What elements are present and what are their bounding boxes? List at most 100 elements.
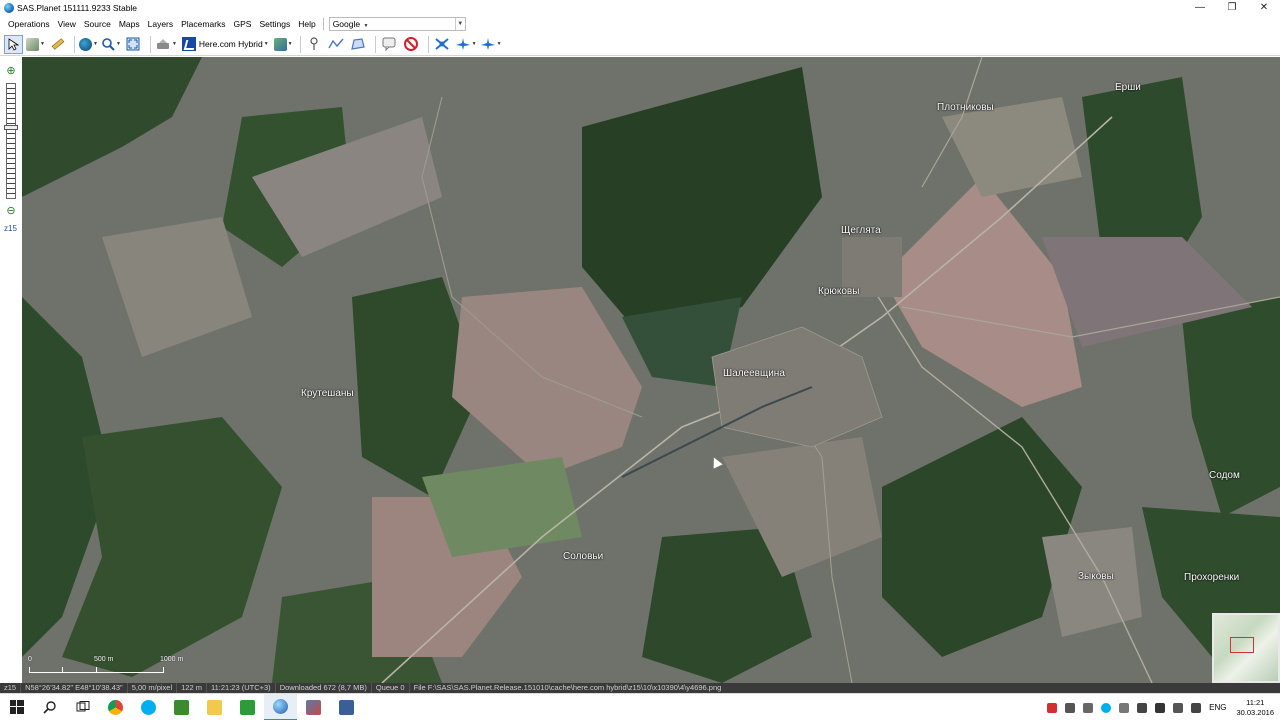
scale-tick (96, 667, 97, 673)
taskbar-camtasia[interactable] (165, 694, 198, 720)
menu-bar: Operations View Source Maps Layers Place… (0, 16, 1280, 32)
plane-button[interactable]: ▼ (455, 35, 477, 54)
menu-source[interactable]: Source (80, 19, 115, 29)
search-provider-combo[interactable]: Google ▼ ▼ (328, 17, 466, 31)
tray-network-icon[interactable] (1083, 702, 1094, 713)
taskbar-chrome[interactable] (99, 694, 132, 720)
map-type-selector[interactable]: Here.com Hybrid ▼ (180, 35, 271, 53)
taskbar-skype[interactable] (132, 694, 165, 720)
menu-gps[interactable]: GPS (230, 19, 256, 29)
zoom-out-icon[interactable]: ⊖ (4, 203, 18, 217)
zoom-button[interactable]: ▼ (101, 35, 121, 54)
chevron-down-icon: ▼ (40, 41, 45, 47)
system-tray: ENG 11:21 30.03.2016 (1043, 694, 1280, 720)
task-view-button[interactable] (66, 694, 99, 720)
zoom-slider-thumb[interactable] (4, 125, 18, 130)
status-altitude: 122 m (177, 683, 207, 693)
taskbar-sasplanet[interactable] (264, 693, 297, 720)
combo-chevron-down-icon[interactable]: ▼ (454, 18, 465, 30)
place-label: Шалеевщина (723, 368, 785, 379)
balloon-button[interactable] (380, 35, 399, 54)
map-view[interactable]: Ерши Плотниковы Щеглята Крюковы Шалеевщи… (22, 57, 1280, 683)
close-button[interactable]: ✕ (1248, 0, 1280, 15)
skype-icon (141, 699, 156, 715)
zoom-in-icon[interactable]: ⊕ (4, 63, 18, 77)
placemark-icon (310, 37, 318, 50)
stop-icon (404, 37, 419, 51)
place-label: Зыковы (1078, 571, 1114, 582)
taskbar-app-2[interactable] (297, 694, 330, 720)
minimap[interactable] (1212, 613, 1280, 683)
camtasia-recorder-icon (240, 699, 255, 715)
maximize-button[interactable]: ❐ (1216, 0, 1248, 15)
taskbar-camtasia-recorder[interactable] (231, 694, 264, 720)
status-time: 11:21:23 (UTC+3) (207, 683, 276, 693)
status-zoom: z15 (0, 683, 22, 693)
chevron-down-icon: ▼ (116, 41, 121, 47)
route-button[interactable] (327, 35, 346, 54)
window-title: SAS.Planet 151111.9233 Stable (17, 2, 138, 13)
app-icon-2 (306, 699, 321, 715)
file-explorer-icon (207, 699, 222, 715)
balloon-icon (382, 37, 396, 51)
taskbar-explorer[interactable] (198, 694, 231, 720)
ruler-icon (51, 38, 64, 50)
status-downloaded: Downloaded 672 (8,7 MB) (276, 683, 372, 693)
windows-start-icon (9, 700, 24, 714)
status-bar: z15 N58°26'34.82" E48°10'38.43" 5,00 m/p… (0, 683, 1280, 693)
toolbar-separator (427, 35, 429, 53)
menu-maps[interactable]: Maps (115, 19, 144, 29)
zoom-slider[interactable] (6, 83, 16, 199)
tray-message-icon[interactable] (1173, 702, 1184, 713)
input-language[interactable]: ENG (1209, 703, 1226, 712)
plane2-button[interactable]: ▼ (480, 35, 502, 54)
map-scale-bar: 0 500 m 1000 m (26, 654, 196, 676)
gps-button[interactable]: ▼ (155, 35, 177, 54)
chevron-down-icon: ▼ (363, 23, 369, 29)
tray-wifi-icon[interactable] (1155, 702, 1166, 713)
search-provider-label: Google ▼ (330, 19, 455, 29)
placemark-button[interactable] (305, 35, 324, 54)
chevron-down-icon: ▼ (93, 41, 98, 47)
place-label: Крутешаны (301, 388, 354, 399)
tray-chevron-icon[interactable] (1065, 702, 1076, 713)
map-type-icon (181, 37, 196, 51)
menu-placemarks[interactable]: Placemarks (177, 19, 229, 29)
chrome-icon (108, 699, 123, 715)
minimap-viewport[interactable] (1230, 637, 1254, 653)
tray-app-icon[interactable] (1047, 702, 1058, 713)
menu-help[interactable]: Help (294, 19, 319, 29)
menu-view[interactable]: View (54, 19, 80, 29)
place-label: Щеглята (841, 225, 881, 236)
layers-button[interactable]: ▼ (26, 35, 45, 54)
search-button[interactable] (33, 694, 66, 720)
chevron-down-icon: ▼ (287, 41, 293, 47)
select-tool-button[interactable] (4, 34, 23, 54)
scale-tick (163, 667, 164, 673)
stop-button[interactable] (402, 35, 421, 54)
tray-skype-icon[interactable] (1101, 702, 1112, 713)
edit-layer-button[interactable]: ▼ (273, 35, 293, 54)
place-label: Прохоренки (1184, 572, 1240, 583)
menu-settings[interactable]: Settings (255, 19, 294, 29)
globe-button[interactable]: ▼ (79, 35, 98, 54)
menu-layers[interactable]: Layers (144, 19, 178, 29)
polygon-button[interactable] (349, 35, 368, 54)
title-bar: SAS.Planet 151111.9233 Stable — ❐ ✕ (0, 0, 1280, 15)
tray-battery-icon[interactable] (1137, 702, 1148, 713)
fullscreen-button[interactable] (124, 35, 143, 54)
tray-sync-icon[interactable] (1119, 702, 1130, 713)
taskbar-clock[interactable]: 11:21 30.03.2016 (1236, 698, 1274, 718)
taskbar: ENG 11:21 30.03.2016 (0, 693, 1280, 720)
zoom-level-label: z15 (4, 224, 17, 233)
ruler-button[interactable] (48, 35, 67, 54)
menu-operations[interactable]: Operations (4, 19, 54, 29)
tray-volume-icon[interactable] (1191, 702, 1202, 713)
satellite-button[interactable] (433, 35, 452, 54)
windows-start-button[interactable] (0, 694, 33, 720)
taskbar-app-3[interactable] (330, 694, 363, 720)
scale-label-zero: 0 (28, 656, 32, 663)
fullscreen-icon (126, 37, 140, 51)
minimize-button[interactable]: — (1184, 0, 1216, 15)
search-icon (42, 701, 56, 714)
